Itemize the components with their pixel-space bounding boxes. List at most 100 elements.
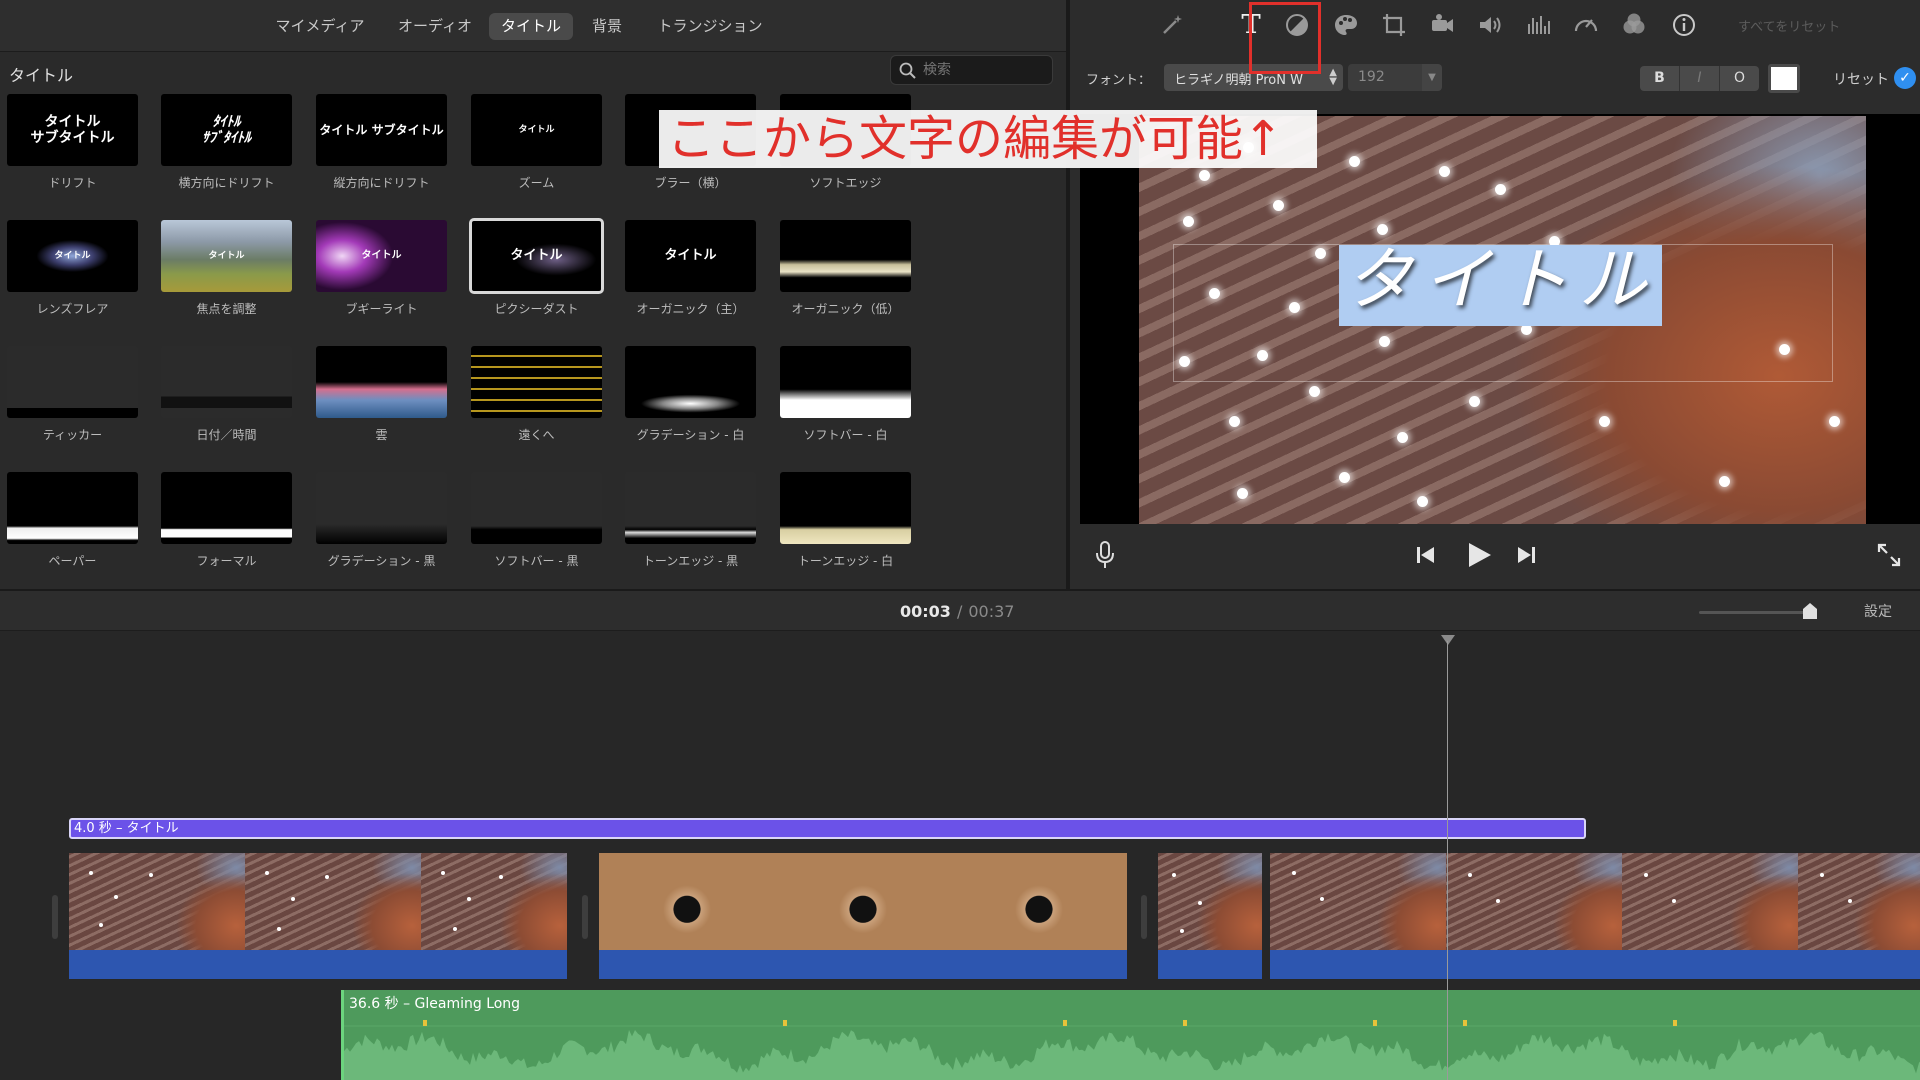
stabilization-icon[interactable] — [1428, 12, 1456, 40]
equalizer-icon[interactable] — [1524, 12, 1552, 40]
video-clip[interactable] — [1270, 853, 1920, 979]
italic-button[interactable]: I — [1680, 66, 1720, 91]
tile-thumb-text: タイトル — [208, 251, 245, 261]
chevron-down-icon[interactable]: ▼ — [1422, 64, 1442, 91]
video-clip[interactable] — [1158, 853, 1262, 979]
tile-caption: 縦方向にドリフト — [333, 176, 430, 190]
skip-forward-icon[interactable] — [1516, 546, 1536, 564]
magic-wand-icon[interactable] — [1158, 12, 1186, 40]
tile-drift[interactable]: タイトル サブタイトル ドリフト — [7, 94, 138, 191]
search-input[interactable] — [923, 60, 1047, 80]
tile-gradient-white[interactable]: グラデーション - 白 — [625, 346, 756, 443]
tile-pixie-dust[interactable]: タイトル ピクシーダスト — [469, 218, 604, 317]
bokeh-dot — [1292, 871, 1296, 875]
tile-lens-flare[interactable]: タイトル レンズフレア — [7, 220, 138, 317]
microphone-icon[interactable] — [1094, 540, 1116, 570]
tile-caption: トーンエッジ - 黒 — [642, 554, 739, 568]
reset-all-button[interactable]: すべてをリセット — [1738, 16, 1840, 35]
bokeh-dot — [1820, 873, 1824, 877]
tile-toneedge-white[interactable]: トーンエッジ - 白 — [780, 472, 911, 569]
tile-focus-adjust[interactable]: タイトル 焦点を調整 — [161, 220, 292, 317]
tile-ticker[interactable]: ティッカー — [7, 346, 138, 443]
tab-my-media[interactable]: マイメディア — [270, 13, 370, 40]
tile-thumbnail — [625, 472, 756, 544]
zoom-slider-track[interactable] — [1699, 611, 1809, 614]
title-clip[interactable]: 4.0 秒 – タイトル — [69, 818, 1586, 839]
clip-gap-handle[interactable] — [1141, 895, 1147, 939]
volume-icon[interactable] — [1476, 12, 1504, 40]
tile-organic-low[interactable]: オーガニック（低） — [780, 220, 911, 317]
tile-caption: 横方向にドリフト — [178, 176, 275, 190]
outline-button[interactable]: O — [1720, 66, 1759, 91]
info-icon[interactable] — [1670, 12, 1698, 40]
bokeh-dot — [149, 873, 153, 877]
font-select-value: ヒラギノ明朝 ProN W — [1174, 73, 1303, 88]
bokeh-light — [1229, 416, 1240, 427]
tile-thumb-text: タイトル サブタイトル — [319, 123, 444, 137]
font-label: フォント： — [1086, 73, 1152, 88]
tile-thumbnail: タイトル — [625, 220, 756, 292]
bokeh-light — [1309, 386, 1320, 397]
clip-frame — [69, 853, 245, 950]
tab-backgrounds[interactable]: 背景 — [585, 13, 629, 40]
text-color-swatch[interactable] — [1768, 64, 1800, 93]
playhead-handle[interactable] — [1441, 635, 1455, 645]
video-clip[interactable] — [69, 853, 567, 979]
playhead[interactable] — [1447, 641, 1448, 1080]
search-box[interactable] — [890, 55, 1053, 85]
skip-back-icon[interactable] — [1416, 546, 1436, 564]
clip-gap-handle[interactable] — [582, 895, 588, 939]
tile-caption: グラデーション - 黒 — [327, 554, 436, 568]
video-filter-icon[interactable] — [1620, 12, 1648, 40]
tile-thumb-text: タイトル — [664, 248, 717, 263]
clip-frame — [1622, 853, 1798, 950]
timeline-settings-button[interactable]: 設定 — [1864, 601, 1892, 621]
tile-zoom[interactable]: タイトル ズーム — [471, 94, 602, 191]
clip-audio — [599, 950, 1127, 979]
tab-titles[interactable]: タイトル — [489, 13, 573, 40]
video-preview[interactable]: タイトル — [1080, 114, 1920, 524]
tile-thumbnail — [471, 346, 602, 418]
tile-boogie-lights[interactable]: タイトル ブギーライト — [316, 220, 447, 317]
music-clip-label: 36.6 秒 – Gleaming Long — [349, 996, 521, 1012]
color-palette-icon[interactable] — [1332, 12, 1360, 40]
clip-frame — [951, 853, 1127, 950]
bokeh-light — [1273, 200, 1284, 211]
tile-softbar-black[interactable]: ソフトバー - 黒 — [471, 472, 602, 569]
clip-gap-handle[interactable] — [52, 895, 58, 939]
tile-softbar-white[interactable]: ソフトバー - 白 — [780, 346, 911, 443]
text-style-group: B I O — [1640, 66, 1759, 91]
zoom-slider-knob[interactable] — [1802, 602, 1818, 620]
tab-audio[interactable]: オーディオ — [389, 13, 481, 40]
viewer-panel: T すべてをリセット フォント： ヒラギノ明朝 ProN W ▲ ▼ 192 ▼… — [1070, 0, 1920, 589]
tile-clouds[interactable]: 雲 — [316, 346, 447, 443]
tile-caption: 日付／時間 — [196, 428, 257, 442]
preview-title-text[interactable]: タイトル — [1339, 236, 1662, 326]
tab-transitions[interactable]: トランジション — [650, 13, 770, 40]
video-clip[interactable] — [599, 853, 1127, 979]
tile-caption: ソフトバー - 白 — [803, 428, 888, 442]
speed-icon[interactable] — [1572, 12, 1600, 40]
bold-button[interactable]: B — [1640, 66, 1680, 91]
tile-far-far-away[interactable]: 遠くへ — [471, 346, 602, 443]
tile-gradient-black[interactable]: グラデーション - 黒 — [316, 472, 447, 569]
music-clip[interactable]: 36.6 秒 – Gleaming Long — [341, 990, 1920, 1080]
clip-frame — [1270, 853, 1446, 950]
tile-caption: ドリフト — [48, 176, 97, 190]
checkmark-icon[interactable]: ✓ — [1894, 67, 1916, 89]
bokeh-dot — [467, 897, 471, 901]
tile-organic-main[interactable]: タイトル オーガニック（主） — [625, 220, 756, 317]
crop-icon[interactable] — [1380, 12, 1408, 40]
reset-button[interactable]: リセット — [1833, 69, 1889, 89]
tile-date-time[interactable]: 日付／時間 — [161, 346, 292, 443]
text-format-bar: フォント： ヒラギノ明朝 ProN W ▲ ▼ 192 ▼ B I O リセット … — [1070, 60, 1920, 96]
tile-drift-vertical[interactable]: タイトル サブタイトル 縦方向にドリフト — [316, 94, 447, 191]
tile-paper[interactable]: ペーパー — [7, 472, 138, 569]
fullscreen-icon[interactable] — [1876, 542, 1902, 568]
tile-formal[interactable]: フォーマル — [161, 472, 292, 569]
play-icon[interactable] — [1466, 542, 1492, 568]
tile-drift-horizontal[interactable]: ﾀｲﾄﾙ ｻﾌﾞﾀｲﾄﾙ 横方向にドリフト — [161, 94, 292, 191]
tile-toneedge-black[interactable]: トーンエッジ - 黒 — [625, 472, 756, 569]
tile-caption: ペーパー — [48, 554, 97, 568]
current-time: 00:03 — [900, 602, 951, 621]
